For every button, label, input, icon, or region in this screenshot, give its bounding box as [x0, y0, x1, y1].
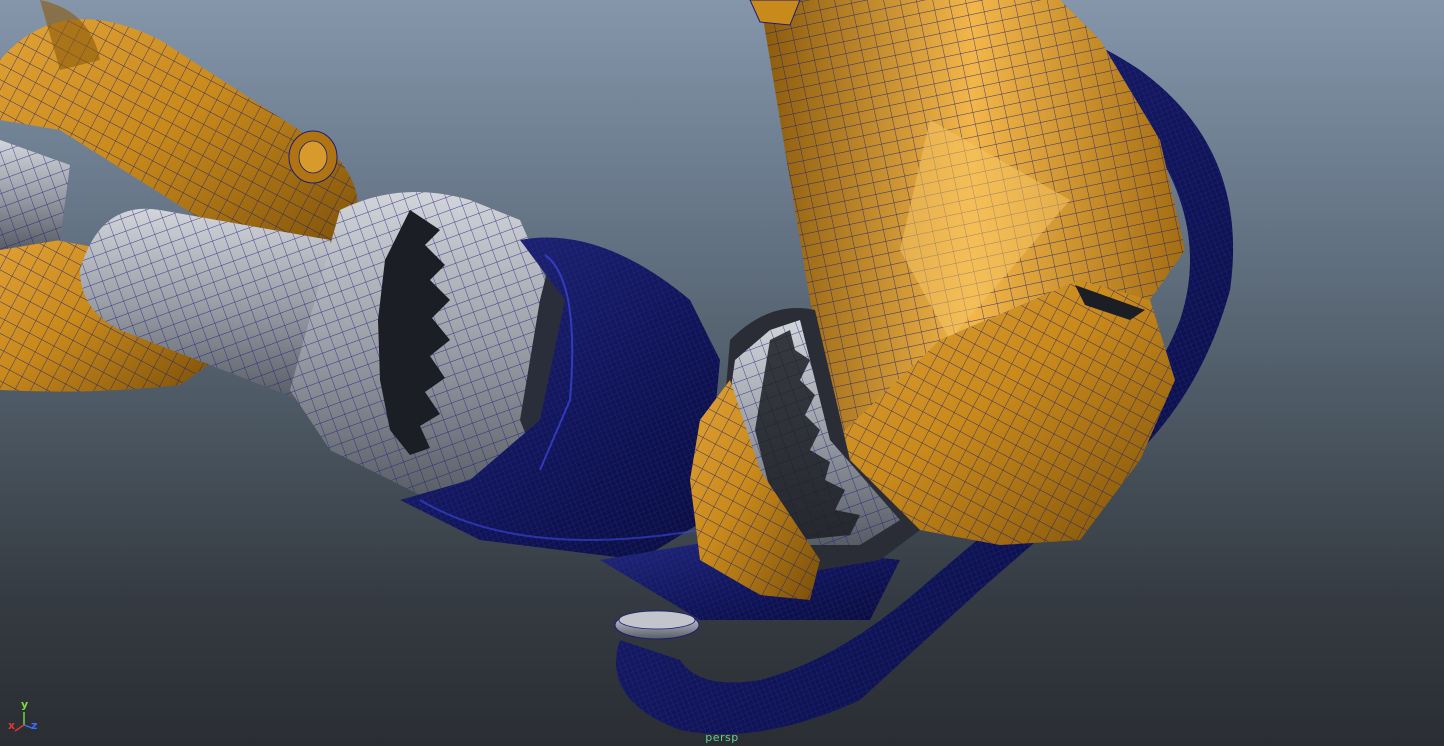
camera-name-label: persp [705, 731, 739, 744]
robot-arm-wireframe-model[interactable] [0, 0, 1444, 746]
axis-x-label: x [8, 719, 16, 732]
axis-z-label: z [31, 719, 38, 732]
axis-y-label: y [21, 698, 29, 711]
perspective-viewport[interactable]: y x z persp [0, 0, 1444, 746]
